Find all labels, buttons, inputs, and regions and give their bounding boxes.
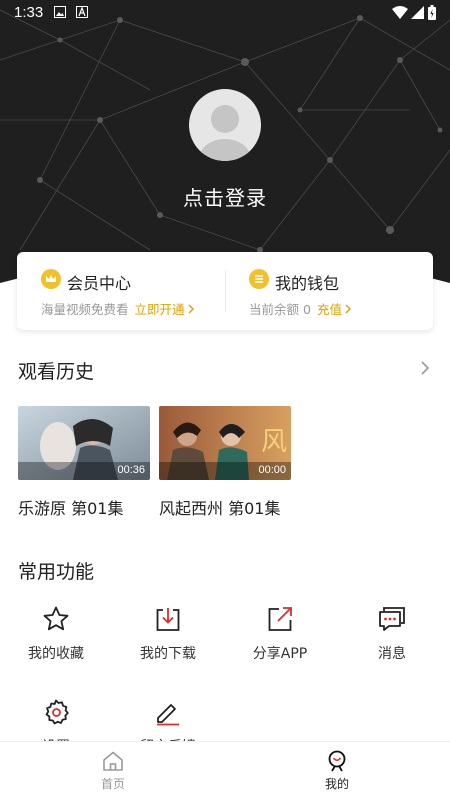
gear-icon [45,699,69,725]
wallet-desc: 当前余额 0 充值 [249,299,352,318]
share-app-label: 分享APP [252,646,308,662]
chevron-right-icon [188,304,194,314]
profile-icon [328,750,346,772]
status-bar: 1:33 [0,0,450,26]
edit-icon [157,704,179,726]
history-more-chevron-icon[interactable] [420,360,430,376]
vip-open-link[interactable]: 立即开通 [135,302,185,317]
app-notification-icon [76,6,88,18]
wifi-icon [392,6,408,19]
chevron-right-icon [345,304,351,314]
profile-page: 1:33 点击登录 会员中心 海量视频免费看 立即开通 我的钱包 当前余额 0 … [0,0,450,800]
wallet-icon [249,269,269,289]
bottom-tab-bar: 首页 我的 [0,741,450,800]
messages-label: 消息 [378,646,406,662]
default-avatar-icon [200,105,250,161]
history-video-title-1[interactable]: 乐游原 第01集 [18,495,123,519]
image-notification-icon [54,6,66,18]
favorites-label: 我的收藏 [28,646,84,662]
message-icon [379,607,405,631]
avatar[interactable] [189,89,261,161]
login-link[interactable]: 点击登录 [0,182,450,211]
wallet-title: 我的钱包 [275,274,340,293]
vip-desc-text: 海量视频免费看 [41,302,129,317]
vip-center-desc: 海量视频免费看 立即开通 [41,299,195,318]
home-icon [103,751,123,771]
history-duration-1: 00:36 [117,464,145,476]
history-video-title-2[interactable]: 风起西州 第01集 [159,495,280,519]
share-app-button[interactable]: 分享APP [224,605,336,663]
download-icon [156,608,180,631]
tab-profile-label: 我的 [324,777,349,791]
tab-home[interactable]: 首页 [57,742,169,800]
signal-icon [411,6,424,19]
downloads-label: 我的下载 [140,646,196,662]
star-icon [43,606,69,631]
vip-center-title: 会员中心 [67,274,132,293]
downloads-button[interactable]: 我的下载 [112,605,224,663]
history-thumbnail-2[interactable]: 风 00:00 [159,406,291,480]
battery-icon [428,5,436,20]
member-card: 会员中心 海量视频免费看 立即开通 我的钱包 当前余额 0 充值 [17,252,433,330]
crown-icon [41,269,61,289]
svg-text:风: 风 [261,427,287,457]
vip-center-entry[interactable]: 会员中心 海量视频免费看 立即开通 [17,252,225,330]
history-duration-2: 00:00 [258,464,286,476]
recharge-link[interactable]: 充值 [317,302,342,317]
wallet-balance-text: 当前余额 0 [249,302,311,317]
tab-home-label: 首页 [100,777,125,791]
share-icon [268,607,292,631]
history-thumbnail-1[interactable]: 00:36 [18,406,150,480]
messages-button[interactable]: 消息 [336,605,448,663]
wallet-entry[interactable]: 我的钱包 当前余额 0 充值 [225,252,433,330]
tab-profile[interactable]: 我的 [281,742,393,800]
functions-title: 常用功能 [18,561,95,583]
status-time: 1:33 [14,4,44,21]
favorites-button[interactable]: 我的收藏 [0,605,112,663]
history-title: 观看历史 [18,361,95,383]
